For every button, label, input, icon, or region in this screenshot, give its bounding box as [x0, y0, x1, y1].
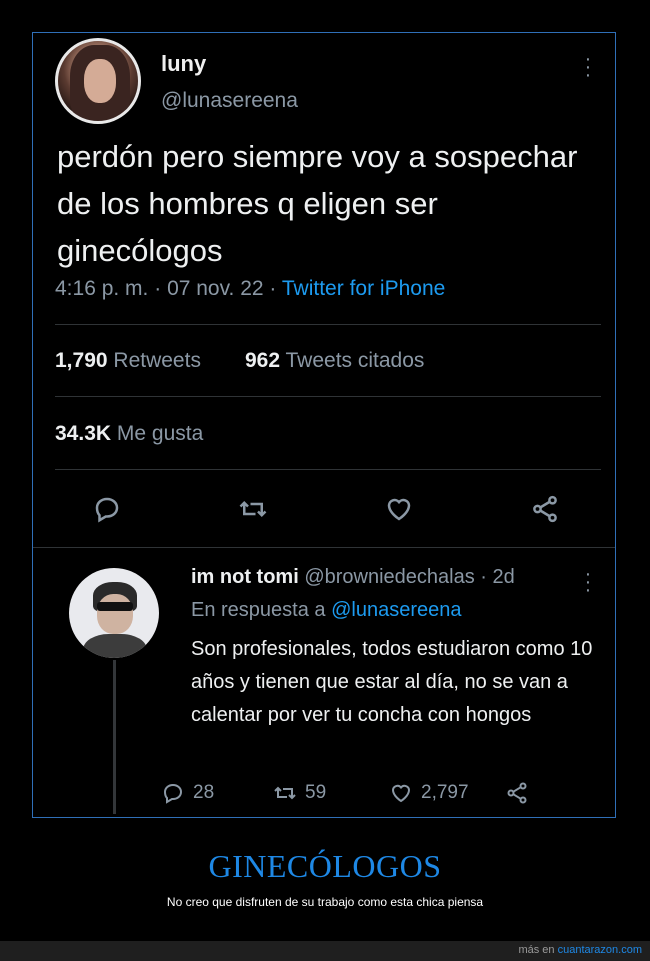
reply-like-count: 2,797 — [421, 782, 469, 803]
reply-more-options-icon[interactable]: · · · — [583, 564, 593, 600]
divider — [55, 324, 601, 325]
footer-bar: más en cuantarazon.com — [0, 941, 650, 961]
quotes-count: 962 — [245, 349, 281, 372]
tweet-screenshot-frame: luny @lunasereena · · · perdón pero siempr… — [32, 32, 616, 818]
caption-subtitle: No creo que disfruten de su trabajo como… — [166, 895, 484, 909]
stats-quotes[interactable]: 962 Tweets citados — [245, 349, 424, 373]
share-icon[interactable] — [529, 493, 561, 525]
footer-prefix: más en — [518, 944, 555, 956]
retweets-label: Retweets — [113, 349, 201, 372]
reply-reply-count: 28 — [193, 782, 215, 803]
caption-title: GINECÓLOGOS — [208, 848, 442, 884]
avatar[interactable] — [55, 38, 141, 124]
divider — [55, 469, 601, 470]
footer-text: más en cuantarazon.com — [518, 944, 642, 956]
likes-label: Me gusta — [116, 422, 204, 445]
reply-header: im not tomi @browniedechalas · 2d — [191, 566, 515, 588]
reply-retweet-count: 59 — [305, 782, 327, 803]
stats-likes[interactable]: 34.3K Me gusta — [55, 422, 203, 446]
tweet-text: perdón pero siempre voy a sospechar de l… — [57, 139, 578, 268]
reply-share-action[interactable] — [505, 781, 529, 805]
tweet-time: 4:16 p. m. — [55, 277, 149, 300]
in-reply-handle-link[interactable]: @lunasereena — [331, 599, 461, 621]
quotes-label: Tweets citados — [285, 349, 425, 372]
thread-line — [113, 660, 116, 814]
retweet-icon[interactable] — [237, 493, 269, 525]
in-reply-to: En respuesta a @lunasereena — [191, 599, 461, 622]
reply-icon[interactable] — [91, 493, 123, 525]
reply-text: Son profesionales, todos estudiaron como… — [191, 638, 593, 726]
like-icon — [391, 784, 411, 803]
stats-retweets[interactable]: 1,790 Retweets — [55, 349, 201, 373]
like-icon[interactable] — [383, 493, 415, 525]
tweet-source-link[interactable]: Twitter for iPhone — [282, 277, 445, 300]
retweets-count: 1,790 — [55, 349, 108, 372]
reply-divider — [33, 547, 615, 548]
more-options-icon[interactable]: · · · — [583, 49, 593, 85]
reply-author-name[interactable]: im not tomi — [191, 566, 299, 588]
reply-author-handle[interactable]: @browniedechalas — [304, 566, 474, 588]
footer-site-link[interactable]: cuantarazon.com — [558, 944, 642, 956]
tweet-meta: 4:16 p. m. · 07 nov. 22 · Twitter for iP… — [55, 277, 446, 300]
reply-icon — [163, 783, 183, 804]
author-handle[interactable]: @lunasereena — [161, 89, 298, 113]
reply-retweet-action[interactable]: 59 — [273, 781, 326, 805]
share-icon — [507, 782, 527, 804]
author-name[interactable]: luny — [161, 51, 206, 77]
divider — [55, 396, 601, 397]
likes-count: 34.3K — [55, 422, 112, 445]
reply-reply-action[interactable]: 28 — [161, 781, 214, 805]
reply-like-action[interactable]: 2,797 — [389, 781, 469, 805]
tweet-date: 07 nov. 22 — [167, 277, 264, 300]
in-reply-prefix: En respuesta a — [191, 599, 326, 621]
reply-avatar[interactable] — [69, 568, 159, 658]
reply-age: 2d — [492, 566, 515, 588]
retweet-icon — [274, 786, 296, 800]
